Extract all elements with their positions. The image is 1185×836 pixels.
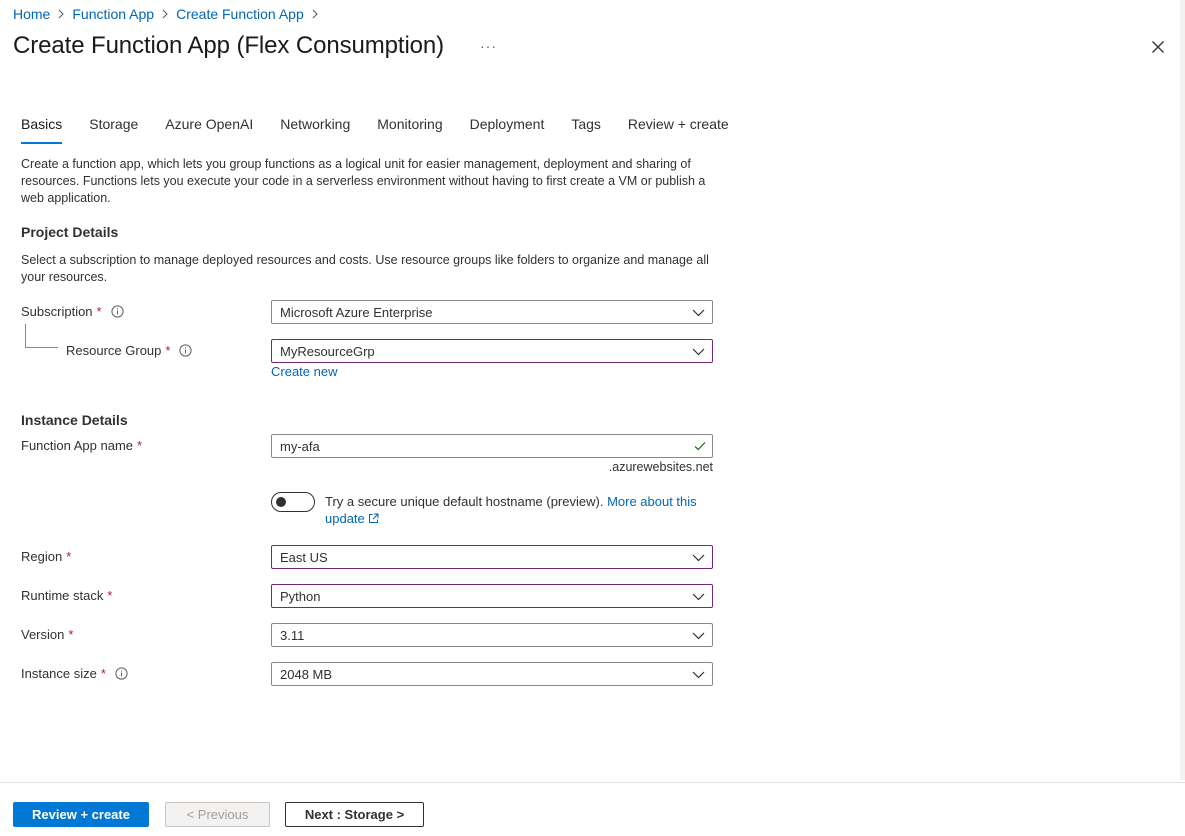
function-app-name-label-text: Function App name [21,438,134,453]
runtime-stack-label-text: Runtime stack [21,588,104,603]
create-new-resource-group-link[interactable]: Create new [271,364,337,379]
tab-storage[interactable]: Storage [89,116,138,144]
required-marker: * [100,666,106,681]
breadcrumb-home[interactable]: Home [13,6,50,22]
domain-suffix: .azurewebsites.net [608,460,713,474]
unique-hostname-text: Try a secure unique default hostname (pr… [325,494,604,509]
unique-hostname-description: Try a secure unique default hostname (pr… [325,493,715,527]
intro-description: Create a function app, which lets you gr… [21,157,706,205]
instance-details-heading: Instance Details [21,412,128,428]
info-icon[interactable] [179,344,193,357]
runtime-stack-value: Python [280,588,321,604]
region-value: East US [280,549,328,565]
tab-tags[interactable]: Tags [571,116,601,144]
required-marker: * [96,304,102,319]
required-marker: * [107,588,113,603]
tab-azure-openai[interactable]: Azure OpenAI [165,116,253,144]
footer-divider [0,782,1185,783]
more-options-icon[interactable]: ··· [480,38,497,54]
subscription-value: Microsoft Azure Enterprise [280,304,433,320]
region-label: Region * [21,549,71,564]
function-app-name-label: Function App name * [21,438,142,453]
runtime-stack-label: Runtime stack * [21,588,112,603]
previous-button[interactable]: < Previous [165,802,270,827]
instance-size-label: Instance size * [21,666,128,681]
instance-size-value: 2048 MB [280,666,333,682]
chevron-right-icon [57,9,65,19]
required-marker: * [165,343,171,358]
page-title: Create Function App (Flex Consumption) [13,32,445,59]
resource-group-value: MyResourceGrp [280,343,375,359]
breadcrumb-function-app[interactable]: Function App [72,6,154,22]
tab-basics[interactable]: Basics [21,116,63,144]
scroll-track[interactable] [1180,0,1185,780]
project-details-heading: Project Details [21,224,119,240]
instance-size-dropdown[interactable]: 2048 MB [271,662,713,686]
version-dropdown[interactable]: 3.11 [271,623,713,647]
region-dropdown[interactable]: East US [271,545,713,569]
tab-review-create[interactable]: Review + create [628,116,729,144]
tab-bar: Basics Storage Azure OpenAI Networking M… [21,116,756,144]
chevron-down-icon [692,593,705,601]
resource-group-label-text: Resource Group [66,343,162,358]
resource-group-label: Resource Group * [66,343,193,358]
chevron-down-icon [692,348,705,356]
chevron-down-icon [692,309,705,317]
breadcrumb-create-function-app[interactable]: Create Function App [176,6,304,22]
unique-hostname-toggle[interactable] [271,492,315,512]
function-app-name-input[interactable]: my-afa [271,434,713,458]
breadcrumb: Home Function App Create Function App [13,5,326,23]
version-label-text: Version [21,627,65,642]
chevron-down-icon [692,554,705,562]
close-icon[interactable] [1150,39,1166,55]
function-app-name-value: my-afa [280,438,320,454]
chevron-right-icon [161,9,169,19]
required-marker: * [66,549,72,564]
tab-deployment[interactable]: Deployment [470,116,545,144]
checkmark-icon [694,442,706,451]
required-marker: * [137,438,143,453]
subscription-dropdown[interactable]: Microsoft Azure Enterprise [271,300,713,324]
project-details-description: Select a subscription to manage deployed… [21,253,709,284]
info-icon[interactable] [111,305,124,318]
runtime-stack-dropdown[interactable]: Python [271,584,713,608]
version-value: 3.11 [280,627,305,643]
chevron-down-icon [692,632,705,640]
toggle-knob [276,497,286,507]
tab-monitoring[interactable]: Monitoring [377,116,442,144]
info-icon[interactable] [115,667,128,680]
chevron-right-icon [311,9,319,19]
resource-group-dropdown[interactable]: MyResourceGrp [271,339,713,363]
external-link-icon [368,513,379,523]
instance-size-label-text: Instance size [21,666,97,681]
region-label-text: Region [21,549,63,564]
tree-connector [25,324,58,348]
chevron-down-icon [692,671,705,679]
tab-networking[interactable]: Networking [280,116,350,144]
subscription-label-text: Subscription [21,304,93,319]
required-marker: * [68,627,74,642]
version-label: Version * [21,627,73,642]
subscription-label: Subscription * [21,304,124,319]
next-storage-button[interactable]: Next : Storage > [285,802,424,827]
review-create-button[interactable]: Review + create [13,802,149,827]
